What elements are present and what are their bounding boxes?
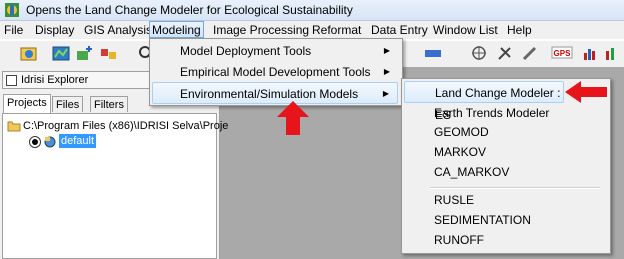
crosshair-icon[interactable] — [470, 45, 488, 62]
menu-item-label: CA_MARKOV — [434, 165, 510, 179]
menu-help[interactable]: Help — [507, 23, 532, 38]
map-icon[interactable] — [52, 45, 70, 62]
stats-icon[interactable] — [604, 45, 622, 62]
menu-reformat[interactable]: Reformat — [312, 23, 361, 38]
menu-item-rusle[interactable]: RUSLE — [404, 189, 604, 211]
menu-item-label: Environmental/Simulation Models — [180, 87, 359, 101]
submenu-arrow-icon: ▶ — [383, 46, 390, 55]
menu-item-label: MARKOV — [434, 145, 487, 159]
menu-image-processing[interactable]: Image Processing — [213, 23, 309, 38]
explorer-toggle-box[interactable] — [6, 75, 17, 86]
chart-icon[interactable] — [582, 45, 600, 62]
composer-icon[interactable] — [100, 45, 118, 62]
submenu-arrow-icon: ▶ — [382, 89, 389, 98]
app-icon — [5, 3, 19, 17]
menu-item-runoff[interactable]: RUNOFF — [404, 229, 604, 251]
project-default[interactable]: default — [59, 134, 97, 148]
menu-modeling[interactable]: Modeling — [149, 21, 204, 38]
menu-item-model-deployment-tools[interactable]: Model Deployment Tools ▶ — [152, 40, 398, 62]
window-title: Opens the Land Change Modeler for Ecolog… — [26, 3, 353, 17]
menu-window-list[interactable]: Window List — [433, 23, 498, 38]
project-tree: C:\Program Files (x86)\IDRISI Selva\Proj… — [2, 113, 228, 259]
tab-files[interactable]: Files — [52, 96, 84, 112]
menu-item-label: SEDIMENTATION — [434, 213, 531, 227]
menu-item-ca-markov[interactable]: CA_MARKOV — [404, 161, 604, 183]
menu-item-geomod[interactable]: GEOMOD — [404, 121, 604, 143]
gps-icon[interactable]: GPS — [551, 45, 573, 62]
menu-display[interactable]: Display — [35, 23, 74, 38]
open-icon[interactable] — [20, 45, 38, 62]
red-arrow-left-icon — [565, 81, 607, 103]
explorer-title: Idrisi Explorer — [21, 74, 89, 86]
tab-projects[interactable]: Projects — [3, 94, 51, 113]
modeling-menu: Model Deployment Tools ▶ Empirical Model… — [149, 38, 403, 106]
menu-item-label: Model Deployment Tools — [180, 44, 312, 58]
red-arrow-up-icon — [277, 101, 309, 135]
project-path[interactable]: C:\Program Files (x86)\IDRISI Selva\Proj… — [23, 120, 228, 132]
edit-icon[interactable] — [521, 45, 539, 62]
tab-filters[interactable]: Filters — [90, 96, 128, 112]
menu-item-empirical-model-development-tools[interactable]: Empirical Model Development Tools ▶ — [152, 61, 398, 83]
menu-item-label: RUNOFF — [434, 233, 484, 247]
tools-icon[interactable] — [496, 45, 514, 62]
title-bar: Opens the Land Change Modeler for Ecolog… — [0, 0, 624, 21]
menu-item-sedimentation[interactable]: SEDIMENTATION — [404, 209, 604, 231]
menu-item-label: GEOMOD — [434, 125, 489, 139]
menu-file[interactable]: File — [4, 23, 23, 38]
menu-data-entry[interactable]: Data Entry — [371, 23, 428, 38]
project-radio[interactable] — [29, 136, 41, 148]
menu-item-label: RUSLE — [434, 193, 475, 207]
menu-item-environmental-simulation-models[interactable]: Environmental/Simulation Models ▶ — [152, 82, 398, 104]
svg-text:GPS: GPS — [554, 49, 572, 58]
layer-icon[interactable] — [76, 45, 94, 62]
menu-item-label: Empirical Model Development Tools — [180, 65, 371, 79]
project-icon — [44, 136, 56, 148]
menu-bar: File Display GIS Analysis Modeling Image… — [0, 21, 624, 39]
folder-icon — [7, 121, 21, 132]
menu-item-land-change-modeler-es[interactable]: Land Change Modeler : ES — [404, 81, 564, 122]
submenu-arrow-icon: ▶ — [383, 67, 390, 76]
menu-item-markov[interactable]: MARKOV — [404, 141, 604, 163]
menu-gis-analysis[interactable]: GIS Analysis — [84, 23, 152, 38]
measure-icon[interactable] — [424, 45, 442, 62]
